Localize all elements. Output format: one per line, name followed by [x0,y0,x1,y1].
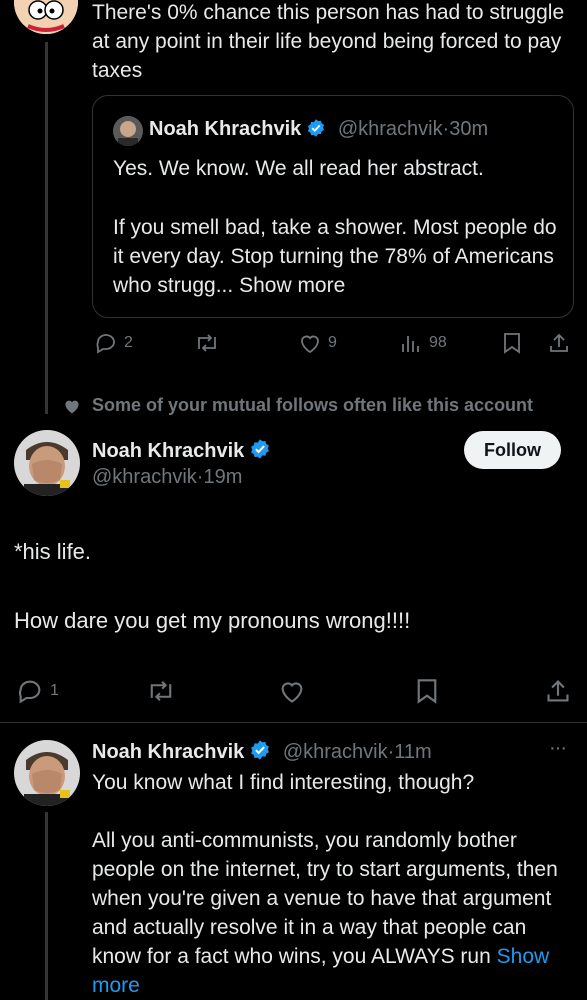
avatar-tweet1[interactable] [14,0,78,34]
retweet-icon [198,334,216,352]
views-count: 98 [429,334,447,351]
retweet-action[interactable] [194,332,220,354]
tweet3-author-name[interactable]: Noah Khrachvik [92,741,244,763]
social-context-text: Some of your mutual follows often like t… [92,395,534,415]
bookmark-icon [417,679,437,704]
avatar-tweet2[interactable] [14,430,80,496]
avatar-tweet3[interactable] [14,740,80,806]
quote-avatar [113,116,143,146]
tweet2-author-name[interactable]: Noah Khrachvik [92,440,244,462]
tweet2-line2: How dare you get my pronouns wrong!!!! [14,608,411,633]
tweet2-handle[interactable]: @khrachvik [92,466,197,488]
cartoon-avatar-icon [14,0,78,34]
views-action[interactable]: 98 [399,332,447,354]
reply-count: 2 [124,334,133,351]
tweet2-author: Noah Khrachvik [92,438,271,463]
verified-badge-icon [251,439,270,459]
person-photo-icon [113,116,143,146]
quoted-tweet-card[interactable]: Noah Khrachvik @khrachvik·30m Yes. We kn… [92,95,574,318]
retweet-icon [150,681,172,701]
quote-author-name[interactable]: Noah Khrachvik [149,118,301,140]
share-icon [550,333,568,352]
verified-badge-icon [251,740,270,760]
like-action-tweet2[interactable] [278,678,306,704]
thread-line-3 [45,812,48,1000]
retweet-action-tweet2[interactable] [146,678,176,704]
tweet2-meta: @khrachvik·19m [92,466,243,488]
share-action-tweet2[interactable] [545,678,571,704]
verified-badge-icon [308,119,325,137]
more-options-button[interactable]: ··· [549,737,567,760]
heart-filled-icon [65,400,79,413]
tweet3-header: Noah Khrachvik @khrachvik·11m [92,740,432,763]
bookmark-icon [504,333,520,354]
tweet3-line2: All you anti-communists, you randomly bo… [92,829,558,968]
share-icon [547,680,569,702]
like-action[interactable]: 9 [298,332,337,354]
reply-action[interactable]: 2 [94,332,133,354]
divider [0,722,587,723]
quote-author-handle[interactable]: @khrachvik [338,118,443,140]
thread-line-1 [45,42,48,414]
follow-button[interactable]: Follow [464,431,561,469]
reply-icon [18,680,41,704]
tweet2-line1: *his life. [14,539,92,564]
tweet3-time[interactable]: 11m [394,741,431,763]
quote-show-more-link[interactable]: Show more [239,274,345,297]
quote-text-line1: Yes. We know. We all read her abstract. [113,157,484,180]
like-count: 9 [328,334,337,351]
reply-action-tweet2[interactable]: 1 [16,678,59,704]
tweet3-handle[interactable]: @khrachvik [283,741,388,763]
quote-header: Noah Khrachvik @khrachvik·30m [149,118,489,140]
share-action[interactable] [548,332,570,354]
quote-text-body: If you smell bad, take a shower. Most pe… [113,213,558,300]
person-facepalm-photo-icon [14,430,80,496]
tweet2-time[interactable]: 19m [203,466,242,488]
social-context: Some of your mutual follows often like t… [62,395,533,416]
bookmark-action-tweet2[interactable] [414,678,440,704]
reply-count-tweet2: 1 [50,682,59,699]
heart-icon [301,335,319,354]
tweet3-line1: You know what I find interesting, though… [92,771,475,794]
quote-time[interactable]: 30m [449,118,488,140]
heart-icon [281,682,303,703]
views-icon [402,336,419,352]
person-facepalm-photo-icon [14,740,80,806]
tweet3-body: All you anti-communists, you randomly bo… [92,826,562,1000]
bookmark-action[interactable] [501,332,523,354]
reply-icon [96,334,115,354]
tweet1-text: There's 0% chance this person has had to… [92,1,565,82]
